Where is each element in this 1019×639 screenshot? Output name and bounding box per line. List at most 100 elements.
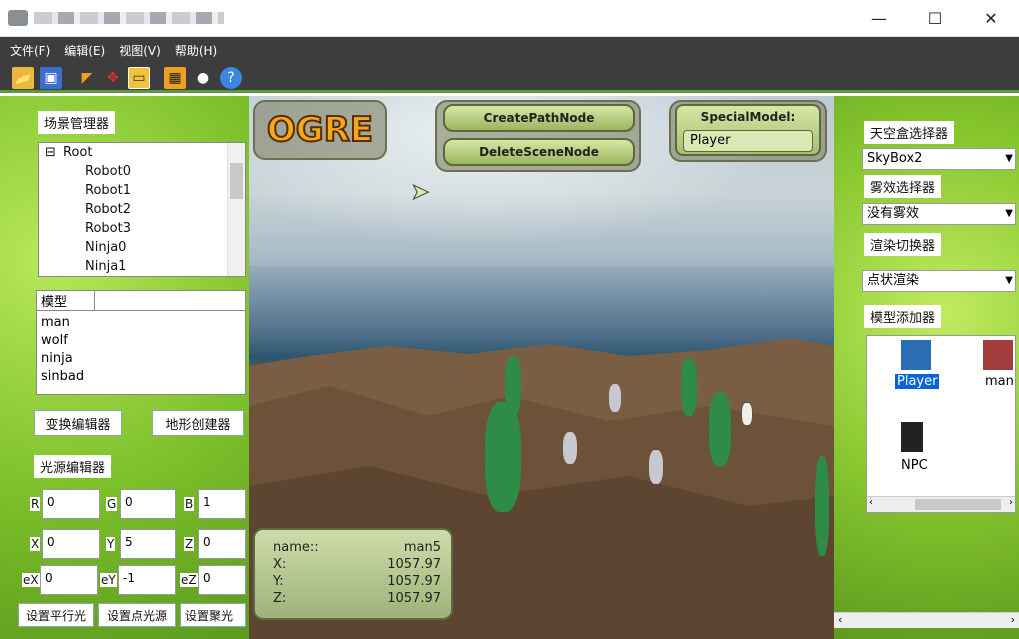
fog-selector-label: 雾效选择器 [864,175,942,198]
ex-field[interactable]: 0 [40,565,98,595]
special-model-input[interactable]: Player [683,130,813,152]
close-button[interactable]: ✕ [963,0,1019,37]
skybox-selector-label: 天空盒选择器 [864,121,955,144]
terrain-creator-button[interactable]: 地形创建器 [152,410,244,436]
grid-icon[interactable]: ▦ [164,67,186,89]
b-field[interactable]: 1 [198,489,246,519]
menu-edit[interactable]: 编辑(E) [64,42,105,59]
tree-item[interactable]: Robot2 [85,202,131,217]
g-label: G [106,497,118,511]
ez-field[interactable]: 0 [198,565,246,595]
window-icon[interactable]: ▭ [128,67,150,89]
man-thumbnail[interactable] [983,340,1013,370]
skybox-select[interactable]: SkyBox2 ▼ [862,148,1016,170]
transform-editor-button[interactable]: 变换编辑器 [34,410,122,436]
ex-label: eX [22,573,40,587]
model-column-header[interactable]: 模型 [37,291,95,311]
save-icon[interactable]: ▣ [40,67,62,89]
model-adder-scrollbar[interactable]: ‹ › [867,496,1015,512]
maximize-button[interactable]: ☐ [907,0,963,37]
ninja-character[interactable] [485,402,521,512]
chevron-left-icon[interactable]: ‹ [869,497,873,508]
ninja-character[interactable] [681,358,697,416]
open-folder-icon[interactable]: 📂 [12,67,34,89]
3d-viewport[interactable]: OGRE CreatePathNode DeleteSceneNode Spec… [249,96,834,639]
right-panel-scrollbar[interactable]: ‹ › [834,612,1019,628]
chevron-down-icon[interactable]: ▼ [1005,271,1013,291]
tree-scrollbar[interactable] [227,143,245,276]
tree-root-toggle[interactable]: ⊟ [45,145,56,160]
fog-select[interactable]: 没有雾效 ▼ [862,203,1016,225]
tree-root[interactable]: Root [63,145,92,160]
robot-character[interactable] [649,450,663,484]
menu-file[interactable]: 文件(F) [10,42,50,59]
info-name-label: name:: [273,540,319,555]
x-field[interactable]: 0 [42,529,100,559]
list-item[interactable]: ninja [41,351,73,366]
tree-item[interactable]: Robot1 [85,183,131,198]
r-field[interactable]: 0 [42,489,100,519]
ogre-logo: OGRE [266,109,374,151]
list-item[interactable]: sinbad [41,369,84,384]
app-icon [8,10,28,26]
set-parallel-light-button[interactable]: 设置平行光 [18,603,94,627]
menu-help[interactable]: 帮助(H) [175,42,217,59]
chevron-down-icon[interactable]: ▼ [1005,204,1013,224]
render-select[interactable]: 点状渲染 ▼ [862,270,1016,292]
select-arrow-icon[interactable]: ◤ [76,67,98,89]
b-label: B [184,497,195,511]
ninja-character[interactable] [815,456,829,556]
tree-item[interactable]: Robot0 [85,164,131,179]
title-bar: — ☐ ✕ [0,0,1019,37]
window-title [34,12,224,24]
minimize-button[interactable]: — [851,0,907,37]
chevron-down-icon[interactable]: ▼ [1005,149,1013,169]
special-model-label: SpecialModel: [700,110,796,124]
light-editor-label: 光源编辑器 [34,455,112,478]
tree-item[interactable]: Ninja0 [85,240,126,255]
bug-icon[interactable]: ● [192,67,214,89]
robot-character[interactable] [609,384,621,412]
scene-tree[interactable]: ⊟ Root Robot0 Robot1 Robot2 Robot3 Ninja… [38,142,246,277]
skybox-select-value: SkyBox2 [867,151,923,166]
z-label: Z [184,537,195,551]
set-point-light-button[interactable]: 设置点光源 [98,603,176,627]
ey-label: eY [100,573,117,587]
info-x-label: X: [273,557,287,572]
list-item[interactable]: wolf [41,333,68,348]
chevron-right-icon[interactable]: › [1009,497,1013,508]
list-item[interactable]: man [41,315,70,330]
scrollbar-thumb[interactable] [915,499,1001,510]
model-adder-list[interactable]: Player man NPC ‹ › [866,335,1016,513]
chevron-left-icon[interactable]: ‹ [838,613,842,626]
set-spot-light-button[interactable]: 设置聚光 [180,603,246,627]
model-list[interactable]: 模型 man wolf ninja sinbad [36,290,246,395]
robot-character[interactable] [563,432,577,464]
create-path-node-button[interactable]: CreatePathNode [443,104,635,132]
model-adder-label: 模型添加器 [864,305,942,328]
model-item-npc[interactable]: NPC [901,458,928,473]
model-item-player[interactable]: Player [895,374,940,389]
selected-model[interactable] [741,402,753,426]
help-icon[interactable]: ? [220,67,242,89]
y-label: Y [106,537,116,551]
scrollbar-thumb[interactable] [230,163,243,199]
move-icon[interactable]: ✥ [102,67,124,89]
y-field[interactable]: 5 [120,529,176,559]
info-panel: name:: man5 X: 1057.97 Y: 1057.97 Z: 105… [253,528,453,620]
g-field[interactable]: 0 [120,489,176,519]
player-thumbnail[interactable] [901,340,931,370]
fog-select-value: 没有雾效 [867,206,920,221]
ninja-character[interactable] [505,356,521,416]
chevron-right-icon[interactable]: › [1011,613,1015,626]
tree-item[interactable]: Ninja1 [85,259,126,274]
ey-field[interactable]: -1 [118,565,176,595]
delete-scene-node-button[interactable]: DeleteSceneNode [443,138,635,166]
render-select-value: 点状渲染 [867,273,920,288]
npc-thumbnail[interactable] [901,422,923,452]
z-field[interactable]: 0 [198,529,246,559]
model-item-man[interactable]: man [985,374,1014,389]
tree-item[interactable]: Robot3 [85,221,131,236]
menu-view[interactable]: 视图(V) [119,42,161,59]
ninja-character[interactable] [709,392,731,466]
